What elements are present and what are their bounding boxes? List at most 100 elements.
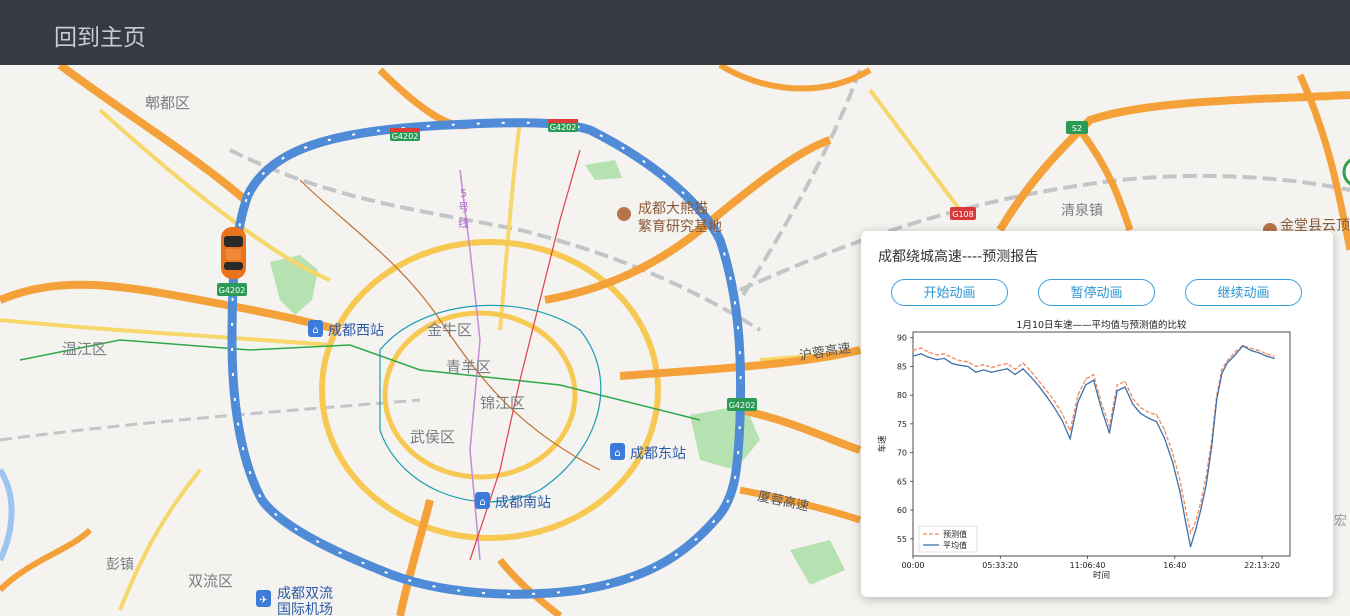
- pause-animation-button[interactable]: 暂停动画: [1038, 279, 1155, 306]
- speed-chart: 1月10日车速——平均值与预测值的比较 55 60 65 70 75 80 85 90 00:00…: [871, 316, 1323, 586]
- data-point-s1: [1014, 373, 1016, 376]
- data-point-s1: [1273, 357, 1275, 360]
- station-marker[interactable]: ⌂ 成都南站: [475, 492, 551, 511]
- data-point-s0: [1179, 479, 1181, 481]
- svg-text:成都南站: 成都南站: [495, 495, 551, 511]
- data-point-s1: [951, 362, 953, 365]
- district-label: 温江区: [62, 340, 107, 358]
- data-point-s1: [1189, 546, 1192, 548]
- data-point-s1: [943, 357, 946, 360]
- y-tick-label: 85: [897, 362, 907, 371]
- data-point-s1: [975, 371, 977, 373]
- data-point-s0: [1184, 507, 1186, 509]
- x-axis-label: 时间: [1093, 570, 1110, 581]
- data-point-s0: [1273, 355, 1275, 357]
- data-point-s0: [1030, 370, 1032, 372]
- data-point-s1: [1022, 368, 1024, 370]
- data-point-s1: [1184, 519, 1186, 521]
- data-point-s1: [1045, 395, 1048, 397]
- data-point-s0: [975, 365, 977, 368]
- svg-text:⌂: ⌂: [312, 325, 318, 336]
- svg-text:G108: G108: [952, 210, 973, 219]
- district-label: 郫都区: [145, 94, 190, 112]
- data-point-s0: [1093, 373, 1095, 376]
- data-point-s1: [1006, 368, 1008, 370]
- data-point-s0: [1116, 384, 1118, 386]
- highway-shield: G4202: [548, 119, 578, 132]
- data-point-s1: [1085, 384, 1087, 386]
- data-point-s1: [959, 364, 961, 366]
- highway-shield: G4202: [217, 283, 247, 296]
- svg-text:G4202: G4202: [392, 132, 419, 141]
- data-point-s0: [959, 360, 961, 362]
- data-point-s0: [1061, 412, 1063, 415]
- data-point-s1: [928, 356, 930, 358]
- data-point-s1: [935, 358, 938, 361]
- svg-text:⌂: ⌂: [614, 448, 620, 459]
- data-point-s1: [1242, 345, 1244, 347]
- prediction-report-panel: 成都绕城高速----预测报告 开始动画 暂停动画 继续动画 1月10日车速——平…: [861, 231, 1333, 597]
- data-point-s0: [928, 351, 930, 353]
- chart-title: 1月10日车速——平均值与预测值的比较: [1016, 319, 1187, 331]
- data-point-s0: [1163, 429, 1165, 431]
- svg-text:繁育研究基地: 繁育研究基地: [638, 218, 722, 235]
- data-point-s0: [1155, 414, 1158, 416]
- car-icon[interactable]: [221, 227, 246, 279]
- data-point-s0: [1148, 411, 1150, 414]
- data-point-s0: [1171, 450, 1173, 453]
- x-tick-label: 11:06:40: [1070, 561, 1106, 570]
- metro-label: 5: [460, 187, 467, 200]
- data-point-s1: [1140, 412, 1142, 415]
- data-point-s0: [983, 364, 985, 366]
- chart-svg: 1月10日车速——平均值与预测值的比较 55 60 65 70 75 80 85 90 00:00…: [877, 319, 1291, 581]
- data-point-s1: [1100, 408, 1103, 410]
- data-point-s1: [1257, 352, 1260, 354]
- district-label: 武侯区: [410, 428, 455, 446]
- home-link[interactable]: 回到主页: [54, 18, 146, 52]
- data-point-s0: [998, 364, 1000, 366]
- data-point-s1: [983, 369, 985, 371]
- data-point-s0: [912, 349, 914, 351]
- svg-text:国际机场: 国际机场: [277, 602, 333, 616]
- data-point-s0: [1108, 425, 1110, 427]
- data-point-s0: [1200, 500, 1202, 503]
- data-point-s1: [1108, 432, 1110, 434]
- data-point-s0: [1205, 474, 1207, 477]
- metro-label: 线: [458, 216, 469, 230]
- data-point-s1: [1265, 355, 1268, 357]
- legend-label: 预测值: [943, 529, 967, 539]
- svg-text:成都西站: 成都西站: [328, 323, 384, 339]
- data-point-s1: [1226, 362, 1228, 364]
- station-marker[interactable]: ⌂ 成都东站: [610, 443, 686, 462]
- data-point-s1: [1132, 403, 1134, 405]
- svg-text:G4202: G4202: [729, 401, 756, 410]
- y-tick-label: 90: [897, 334, 907, 343]
- station-marker[interactable]: ⌂ 成都西站: [308, 320, 384, 339]
- data-point-s0: [1053, 400, 1055, 402]
- highway-shield: G4202: [390, 128, 420, 141]
- data-point-s1: [1221, 372, 1223, 374]
- data-point-s0: [951, 357, 953, 359]
- data-point-s1: [1077, 401, 1079, 403]
- data-point-s0: [1124, 380, 1126, 382]
- data-point-s0: [1226, 360, 1228, 362]
- start-animation-button[interactable]: 开始动画: [891, 279, 1008, 306]
- top-navbar: 回到主页: [0, 0, 1350, 65]
- data-point-s1: [1038, 385, 1040, 387]
- data-point-s1: [1061, 419, 1063, 422]
- district-label: 金牛区: [427, 321, 472, 339]
- data-point-s0: [1014, 368, 1016, 370]
- x-tick-label: 16:40: [1163, 561, 1186, 570]
- resume-animation-button[interactable]: 继续动画: [1185, 279, 1302, 306]
- data-point-s0: [1221, 368, 1223, 370]
- data-point-s1: [1116, 389, 1118, 392]
- data-point-s1: [990, 371, 993, 373]
- data-point-s0: [935, 354, 938, 356]
- district-label: 青羊区: [446, 358, 491, 376]
- data-point-s0: [1195, 520, 1197, 523]
- data-point-s1: [1069, 438, 1071, 440]
- data-point-s1: [1250, 349, 1252, 351]
- data-point-s1: [1030, 376, 1032, 378]
- data-point-s1: [1200, 508, 1202, 510]
- svg-text:G4202: G4202: [219, 286, 246, 295]
